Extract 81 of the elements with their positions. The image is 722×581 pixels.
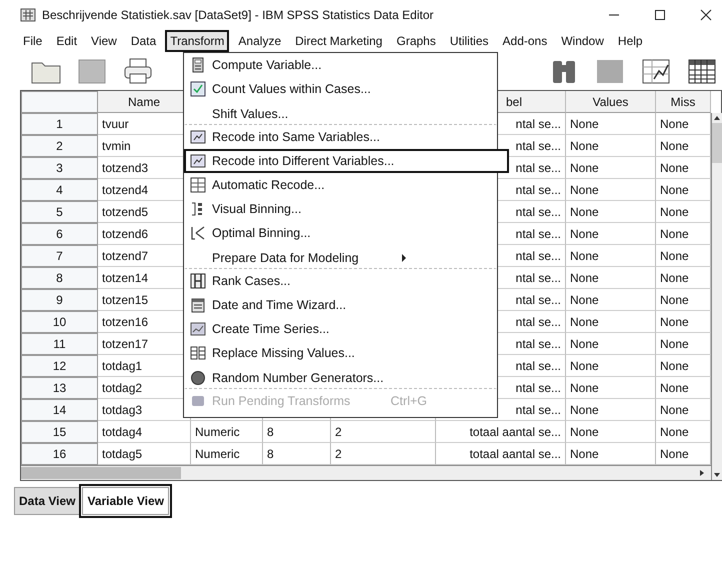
- calculator-icon: [190, 57, 206, 73]
- row-number[interactable]: 8: [21, 267, 98, 289]
- table-cell: None: [566, 289, 656, 311]
- table-cell: None: [566, 421, 656, 443]
- row-number[interactable]: 9: [21, 289, 98, 311]
- row-number[interactable]: 2: [21, 135, 98, 157]
- table-cell: None: [566, 333, 656, 355]
- row-number[interactable]: 10: [21, 311, 98, 333]
- row-number[interactable]: 4: [21, 179, 98, 201]
- table-cell: None: [566, 201, 656, 223]
- replace-icon: [190, 345, 206, 361]
- row-number[interactable]: 7: [21, 245, 98, 267]
- row-number[interactable]: 12: [21, 355, 98, 377]
- menu-item[interactable]: Window: [556, 30, 609, 52]
- recode-icon: [190, 129, 206, 145]
- menu-option[interactable]: Random Number Generators...: [184, 365, 497, 389]
- menu-item[interactable]: Help: [612, 30, 648, 52]
- menu-item[interactable]: Transform: [165, 30, 230, 52]
- window-title: Beschrijvende Statistiek.sav [DataSet9] - IBM SPSS Statistics Data Editor: [42, 8, 434, 22]
- horizontal-scrollbar[interactable]: [21, 465, 711, 480]
- row-number[interactable]: 15: [21, 421, 98, 443]
- chart-icon[interactable]: [640, 57, 672, 85]
- table-cell: None: [566, 355, 656, 377]
- close-icon[interactable]: [700, 9, 712, 21]
- column-header[interactable]: Values: [566, 91, 656, 113]
- menu-item[interactable]: File: [18, 30, 48, 52]
- table-cell: None: [566, 377, 656, 399]
- menu-item[interactable]: Add-ons: [498, 30, 552, 52]
- grid-check-icon: [190, 81, 206, 97]
- menu-item[interactable]: View: [86, 30, 122, 52]
- table-icon: [190, 177, 206, 193]
- column-header[interactable]: Miss: [656, 91, 711, 113]
- menu-option[interactable]: Compute Variable...: [184, 53, 497, 77]
- table-cell: None: [566, 267, 656, 289]
- table-cell: None: [566, 399, 656, 421]
- vertical-scrollbar[interactable]: [711, 113, 722, 480]
- view-tab[interactable]: Data View: [14, 487, 80, 515]
- run-icon: [190, 393, 206, 409]
- scrollbar-thumb[interactable]: [712, 123, 722, 163]
- branch-icon: [190, 225, 206, 241]
- row-number[interactable]: 3: [21, 157, 98, 179]
- table-cell: None: [566, 223, 656, 245]
- row-number[interactable]: 14: [21, 399, 98, 421]
- table-cell: Numeric: [191, 421, 263, 443]
- menu-item[interactable]: Analyze: [233, 30, 286, 52]
- series-icon: [190, 321, 206, 337]
- printer-icon[interactable]: [122, 57, 154, 85]
- recode-icon: [190, 153, 206, 169]
- table-cell: 8: [263, 421, 331, 443]
- app-icon: [20, 7, 36, 23]
- table-cell: None: [566, 157, 656, 179]
- table-cell: None: [566, 135, 656, 157]
- menu-item[interactable]: Data: [126, 30, 162, 52]
- menu-option[interactable]: Shift Values...: [184, 101, 497, 125]
- row-number[interactable]: 5: [21, 201, 98, 223]
- row-number[interactable]: 11: [21, 333, 98, 355]
- maximize-icon[interactable]: [654, 9, 666, 21]
- table-cell: None: [566, 113, 656, 135]
- row-number[interactable]: 16: [21, 443, 98, 465]
- table-cell: 2: [331, 421, 436, 443]
- sphere-icon: [190, 370, 206, 386]
- menu-item[interactable]: Utilities: [444, 30, 494, 52]
- row-number[interactable]: 1: [21, 113, 98, 135]
- table-cell: None: [566, 245, 656, 267]
- table-cell: None: [566, 179, 656, 201]
- menu-item[interactable]: Direct Marketing: [290, 30, 388, 52]
- menu-item[interactable]: Edit: [51, 30, 82, 52]
- row-number[interactable]: 6: [21, 223, 98, 245]
- view-tab[interactable]: Variable View: [82, 487, 169, 515]
- calendar-icon: [190, 297, 206, 313]
- menu-item[interactable]: Graphs: [391, 30, 441, 52]
- table-cell: totdag4: [98, 421, 191, 443]
- menu-option[interactable]: Prepare Data for Modeling: [184, 245, 497, 269]
- grid-icon[interactable]: [686, 57, 718, 85]
- table-cell: None: [566, 311, 656, 333]
- menu-option[interactable]: Recode into Different Variables...: [184, 149, 509, 173]
- table-cell: totaal aantal se...: [436, 421, 566, 443]
- submenu-arrow-icon: [401, 252, 407, 262]
- scrollbar-thumb[interactable]: [21, 467, 181, 479]
- rank-icon: [190, 273, 206, 289]
- row-number[interactable]: 13: [21, 377, 98, 399]
